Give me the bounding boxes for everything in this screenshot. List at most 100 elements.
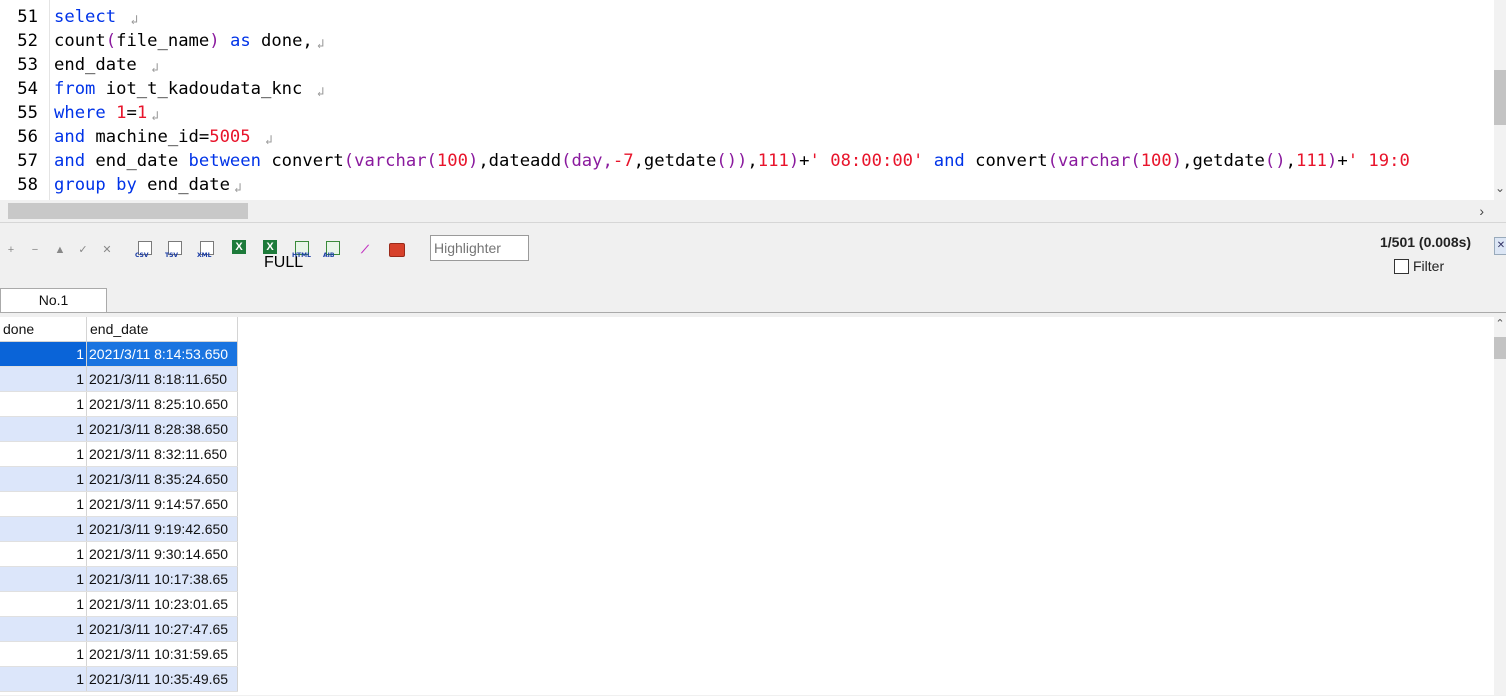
table-row[interactable]: 1 2021/3/11 8:32:11.650 [0,441,238,467]
cell-done[interactable]: 1 [0,441,87,467]
cell-done[interactable]: 1 [0,466,87,492]
check-icon[interactable]: ✓ [74,241,92,259]
cell-done[interactable]: 1 [0,391,87,417]
scroll-up-arrow-icon[interactable]: ⌃ [1494,317,1506,330]
query-builder-icon[interactable]: ⟋ [356,241,374,259]
scroll-down-arrow-icon[interactable]: ⌄ [1494,182,1506,194]
cell-done[interactable]: 1 [0,541,87,567]
code-token: ' 19:0 [1347,151,1410,171]
cell-end-date[interactable]: 2021/3/11 9:30:14.650 [86,541,238,567]
table-row[interactable]: 1 2021/3/11 8:35:24.650 [0,466,238,492]
tab-no1[interactable]: No.1 [0,288,107,312]
filter-checkbox[interactable] [1394,259,1409,274]
cell-done[interactable]: 1 [0,566,87,592]
code-line[interactable]: 58 group by end_date ↲ [0,173,1494,197]
code-line[interactable]: 56 and machine_id=5005 ↲ [0,125,1494,149]
code-token: 111 [757,151,789,171]
table-row[interactable]: 1 2021/3/11 10:35:49.65 [0,666,238,692]
cell-done[interactable]: 1 [0,616,87,642]
cell-end-date[interactable]: 2021/3/11 10:35:49.65 [86,666,238,692]
tsv-export-icon[interactable]: TSV [165,240,185,260]
code-token: done, [250,31,313,51]
line-end-marker-icon: ↲ [130,13,139,28]
code-token: and [933,151,965,171]
code-token: end_date [136,175,230,195]
code-line[interactable]: 57 and end_date between convert(varchar(1… [0,149,1494,173]
table-row[interactable]: 1 2021/3/11 10:23:01.65 [0,591,238,617]
table-row[interactable]: 1 2021/3/11 8:14:53.650 [0,341,238,367]
excel-export-icon[interactable]: X [232,240,246,254]
table-row[interactable]: 1 2021/3/11 10:17:38.65 [0,566,238,592]
scroll-right-arrow-icon[interactable]: › [1479,203,1484,219]
cell-done[interactable]: 1 [0,641,87,667]
line-number: 55 [17,103,38,123]
cell-end-date[interactable]: 2021/3/11 8:25:10.650 [86,391,238,417]
code-line[interactable]: 51 select ↲ [0,5,1494,29]
line-end-marker-icon: ↲ [151,61,159,76]
code-token: ,dateadd [478,151,562,171]
close-icon[interactable]: ✕ [1494,237,1506,255]
cell-end-date[interactable]: 2021/3/11 9:19:42.650 [86,516,238,542]
minus-icon[interactable]: − [26,241,44,259]
table-row[interactable]: 1 2021/3/11 8:18:11.650 [0,366,238,392]
cell-end-date[interactable]: 2021/3/11 8:32:11.650 [86,441,238,467]
result-grid-area: done end_date 1 2021/3/11 8:14:53.650 1 202… [0,317,1494,695]
grid-scroll-thumb[interactable] [1494,337,1506,359]
table-row[interactable]: 1 2021/3/11 10:27:47.65 [0,616,238,642]
table-row[interactable]: 1 2021/3/11 9:19:42.650 [0,516,238,542]
cancel-icon[interactable]: ✕ [98,241,116,259]
code-line[interactable]: 53 end_date ↲ [0,53,1494,77]
cell-done[interactable]: 1 [0,591,87,617]
cell-end-date[interactable]: 2021/3/11 8:18:11.650 [86,366,238,392]
xml-export-icon[interactable]: XML [197,240,217,260]
code-token: end_date [85,151,189,171]
result-grid: done end_date 1 2021/3/11 8:14:53.650 1 202… [0,317,238,692]
cell-done[interactable]: 1 [0,491,87,517]
table-row[interactable]: 1 2021/3/11 10:31:59.65 [0,641,238,667]
code-line[interactable]: 55 where 1=1 ↲ [0,101,1494,125]
cell-end-date[interactable]: 2021/3/11 10:31:59.65 [86,641,238,667]
excel-full-export-icon[interactable]: X [263,240,277,254]
code-token: + [1337,151,1348,171]
image-export-icon[interactable] [389,243,405,257]
cell-end-date[interactable]: 2021/3/11 10:23:01.65 [86,591,238,617]
line-number: 57 [17,151,38,171]
table-row[interactable]: 1 2021/3/11 9:30:14.650 [0,541,238,567]
cell-end-date[interactable]: 2021/3/11 8:35:24.650 [86,466,238,492]
highlighter-input[interactable] [430,235,529,261]
aib-export-icon[interactable]: AIB [323,240,343,260]
column-header-done[interactable]: done [0,317,87,342]
plus-icon[interactable]: + [2,241,20,259]
cell-end-date[interactable]: 2021/3/11 10:27:47.65 [86,616,238,642]
editor-horizontal-scrollbar[interactable]: › [0,200,1494,222]
editor-scroll-thumb[interactable] [1494,70,1506,125]
cell-done[interactable]: 1 [0,341,87,367]
sql-editor[interactable]: 51 select ↲ 52 count(file_name) as done, ↲ 53… [0,0,1506,200]
csv-export-icon[interactable]: CSV [135,240,155,260]
grid-vertical-scrollbar[interactable]: ⌃ [1494,317,1506,695]
up-icon[interactable]: ▲ [51,241,69,259]
table-row[interactable]: 1 2021/3/11 8:28:38.650 [0,416,238,442]
column-header-end-date[interactable]: end_date [86,317,238,342]
scroll-corner [1494,200,1506,222]
table-row[interactable]: 1 2021/3/11 9:14:57.650 [0,491,238,517]
format-tag: CSV [135,252,149,259]
code-line[interactable]: 54 from iot_t_kadoudata_knc ↲ [0,77,1494,101]
code-token: from [54,79,96,99]
cell-done[interactable]: 1 [0,666,87,692]
table-row[interactable]: 1 2021/3/11 8:25:10.650 [0,391,238,417]
code-token: ( [105,31,117,51]
cell-end-date[interactable]: 2021/3/11 8:28:38.650 [86,416,238,442]
filter-label: Filter [1413,258,1445,274]
cell-done[interactable]: 1 [0,366,87,392]
horizontal-scroll-thumb[interactable] [8,203,248,219]
cell-done[interactable]: 1 [0,416,87,442]
cell-end-date[interactable]: 2021/3/11 10:17:38.65 [86,566,238,592]
code-line[interactable]: 52 count(file_name) as done, ↲ [0,29,1494,53]
line-end-marker-icon: ↲ [233,181,242,196]
cell-end-date[interactable]: 2021/3/11 8:14:53.650 [86,341,238,367]
html-export-icon[interactable]: HTML [292,240,312,260]
cell-done[interactable]: 1 [0,516,87,542]
cell-end-date[interactable]: 2021/3/11 9:14:57.650 [86,491,238,517]
